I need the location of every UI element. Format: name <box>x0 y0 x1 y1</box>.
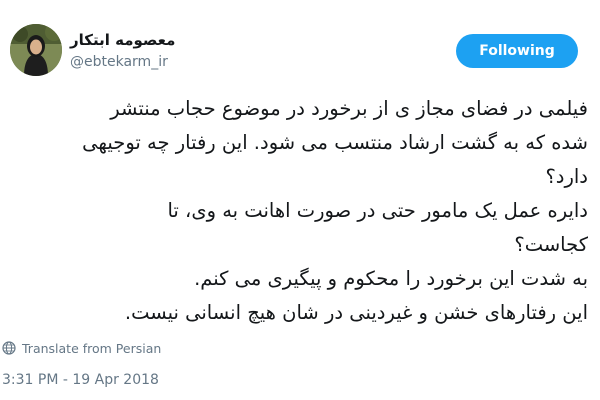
tweet-text-line: شده که به گشت ارشاد منتسب می شود. این رف… <box>82 131 588 154</box>
translate-link[interactable]: Translate from Persian <box>2 338 161 358</box>
tweet-timestamp[interactable]: 3:31 PM - 19 Apr 2018 <box>2 372 159 388</box>
author-handle[interactable]: @ebtekarm_ir <box>70 52 370 72</box>
tweet-card: معصومه ابتکار @ebtekarm_ir Following فیل… <box>0 0 600 400</box>
translate-label: Translate from Persian <box>22 340 162 356</box>
tweet-header: معصومه ابتکار @ebtekarm_ir Following <box>0 10 600 100</box>
author-block: معصومه ابتکار @ebtekarm_ir <box>70 30 370 72</box>
tweet-text-line: به شدت این برخورد را محکوم و پیگیری می ک… <box>194 267 588 290</box>
tweet-text-line: دارد؟ <box>545 165 588 188</box>
avatar[interactable] <box>10 24 62 76</box>
following-button[interactable]: Following <box>456 34 578 68</box>
tweet-text: فیلمی در فضای مجاز ی از برخورد در موضوع … <box>10 92 588 330</box>
tweet-text-line: کجاست؟ <box>514 233 588 256</box>
globe-icon <box>2 341 16 355</box>
tweet-text-line: دایره عمل یک مامور حتی در صورت اهانت به … <box>167 199 588 222</box>
avatar-image <box>10 24 62 76</box>
tweet-text-line: این رفتارهای خشن و غیردینی در شان هیچ ان… <box>124 301 588 324</box>
tweet-text-line: فیلمی در فضای مجاز ی از برخورد در موضوع … <box>110 97 588 120</box>
author-display-name[interactable]: معصومه ابتکار <box>70 30 370 50</box>
